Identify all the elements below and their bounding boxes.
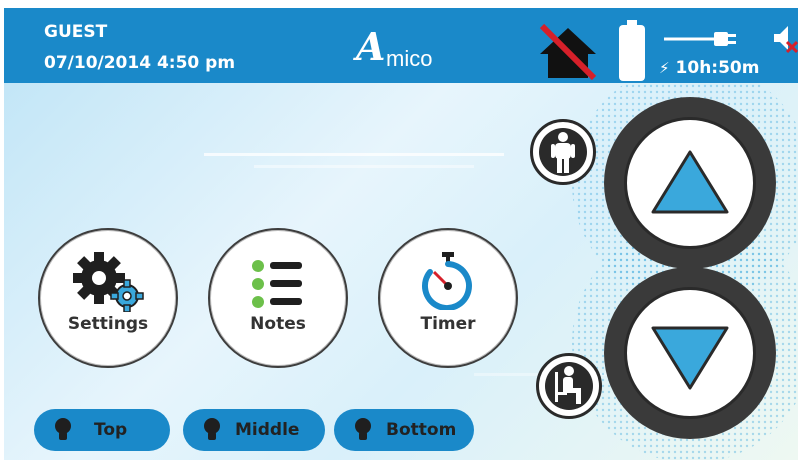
date-time: 07/10/2014 4:50 pm [44,53,236,73]
light-bottom-button[interactable]: Bottom [334,409,474,451]
status-bar: GUEST 07/10/2014 4:50 pm Amico ⚡ 10h:50m [4,8,798,83]
notes-label: Notes [250,314,306,334]
lightbulb-icon [204,418,220,440]
arrow-up-icon [651,150,729,214]
raise-button[interactable] [624,117,756,249]
light-top-button[interactable]: Top [34,409,170,451]
charging-bolt-icon: ⚡ [659,59,670,77]
home-unavailable-icon [539,23,597,80]
settings-button[interactable]: Settings [38,228,178,368]
lightbulb-icon [355,418,371,440]
battery-icon [619,20,645,81]
light-top-label: Top [94,420,128,440]
standing-position-button[interactable] [530,119,596,185]
timer-label: Timer [420,314,476,334]
decor-streak [254,165,474,168]
sitting-position-button[interactable] [536,353,602,419]
amico-logo: Amico [356,24,433,71]
main-panel: Settings Notes Timer Top Middle Bottom [4,83,798,460]
speaker-muted-icon[interactable] [772,24,798,54]
user-name: GUEST [44,22,108,42]
light-middle-label: Middle [235,420,300,440]
timer-button[interactable]: Timer [378,228,518,368]
notes-button[interactable]: Notes [208,228,348,368]
lower-button[interactable] [624,287,756,419]
plug-icon [664,32,736,46]
sitting-person-icon [555,366,581,404]
charge-time: ⚡ 10h:50m [659,58,760,78]
settings-label: Settings [67,314,149,334]
arrow-down-icon [651,326,729,390]
stopwatch-icon [422,252,472,310]
light-middle-button[interactable]: Middle [183,409,325,451]
gears-icon [73,252,144,312]
decor-streak [204,153,504,156]
lightbulb-icon [55,418,71,440]
list-icon [252,260,302,308]
light-bottom-label: Bottom [386,420,457,440]
standing-person-icon [551,132,575,173]
